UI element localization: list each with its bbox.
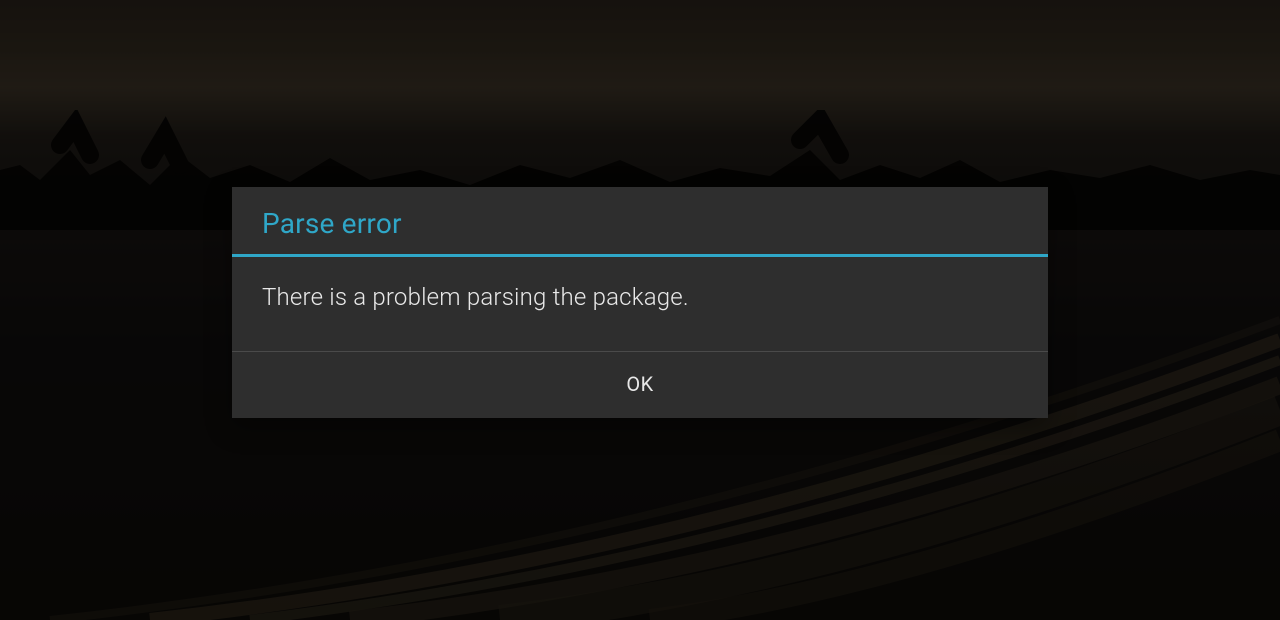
dialog-message: There is a problem parsing the package. [232, 257, 1048, 351]
ok-button[interactable]: OK [232, 352, 1048, 418]
error-dialog: Parse error There is a problem parsing t… [232, 187, 1048, 418]
dialog-title: Parse error [232, 187, 1048, 254]
